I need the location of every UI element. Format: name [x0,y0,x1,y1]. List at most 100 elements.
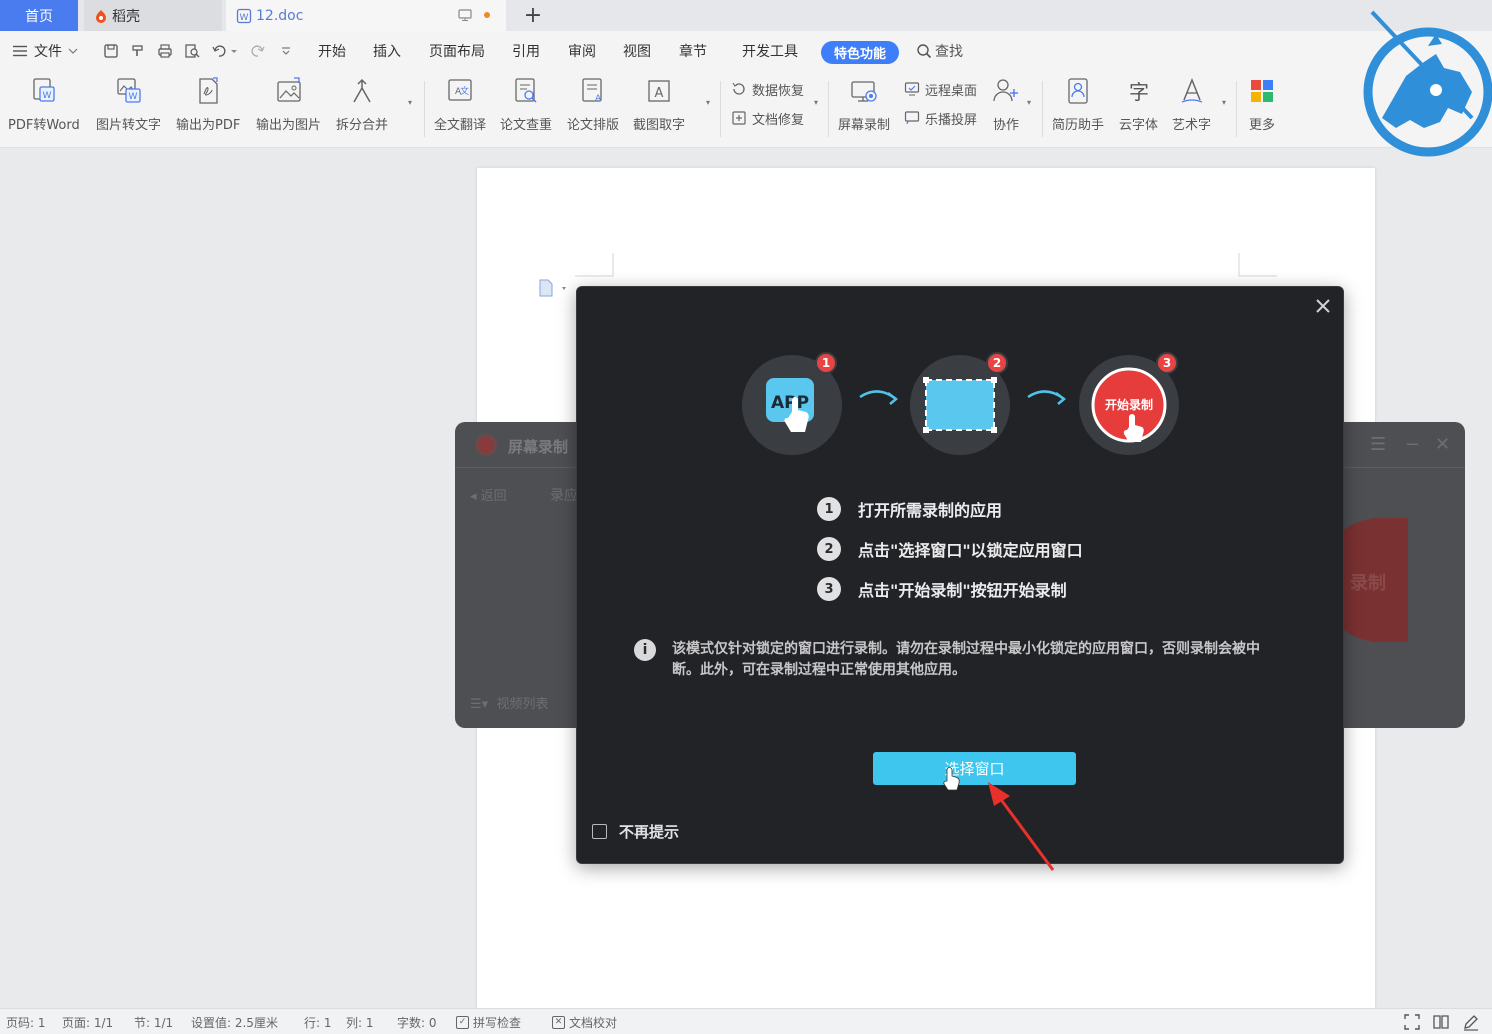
status-setting-value[interactable]: 设置值: 2.5厘米 [191,1009,278,1034]
apps-grid-icon [1246,75,1278,107]
tab-document[interactable]: W 12.doc [226,0,506,31]
menu-references[interactable]: 引用 [512,31,540,71]
recorder-minimize-icon[interactable]: − [1405,434,1420,455]
art-text-button[interactable]: 艺术字 [1172,75,1211,139]
status-row[interactable]: 行: 1 [304,1009,332,1034]
cloud-font-button[interactable]: 字 云字体 [1119,75,1158,139]
menu-search-label: 查找 [935,44,963,60]
pdf-to-word-button[interactable]: W PDF转Word [8,75,80,139]
status-page-code[interactable]: 页码: 1 [6,1009,46,1034]
paragraph-options-icon[interactable] [538,279,568,297]
checkbox-box[interactable] [592,823,607,839]
menu-chapter[interactable]: 章节 [679,31,707,71]
resume-helper-button[interactable]: 简历助手 [1052,75,1104,139]
export-image-button[interactable]: 输出为图片 [256,75,321,139]
monitor-icon[interactable] [458,8,472,26]
format-painter-icon[interactable] [129,42,147,60]
step-badge-1: 1 [815,352,837,374]
ribbon-separator [720,81,721,137]
recorder-mode-tab[interactable]: 录应 [550,485,578,505]
unsaved-dot [484,12,490,18]
add-tab-button[interactable]: + [522,2,544,28]
remote-desktop-label: 远程桌面 [925,83,978,99]
split-merge-dropdown-icon[interactable]: ▾ [408,98,412,107]
export-pdf-label: 输出为PDF [176,118,241,133]
recorder-video-list-button[interactable]: ☰▾ 视频列表 [470,693,548,712]
doc-repair-button[interactable]: 文档修复 [731,108,804,128]
instruction-text: 打开所需录制的应用 [858,501,1003,520]
split-merge-button[interactable]: 拆分合并 [336,75,388,139]
recorder-menu-icon[interactable]: ☰ [1370,434,1386,455]
step-arrow-icon [859,390,899,405]
split-merge-label: 拆分合并 [336,118,389,133]
recovery-dropdown-icon[interactable]: ▾ [814,98,818,107]
paper-layout-label: 论文排版 [567,118,620,133]
recording-notice-text: 该模式仅针对锁定的窗口进行录制。请勿在录制过程中最小化锁定的应用窗口，否则录制会… [672,641,1260,678]
paper-layout-button[interactable]: A 论文排版 [567,75,619,139]
svg-text:字: 字 [1129,80,1149,104]
collaborate-button[interactable]: 协作 [990,75,1022,139]
menu-developer[interactable]: 开发工具 [742,31,798,71]
screen-record-icon [848,75,880,107]
print-icon[interactable] [156,42,174,60]
recorder-back-button[interactable]: ◂ 返回 [470,485,507,504]
status-pages[interactable]: 页面: 1/1 [62,1009,113,1034]
save-icon[interactable] [102,42,120,60]
remote-desktop-button[interactable]: 远程桌面 [904,79,977,99]
menu-search[interactable]: 查找 [916,31,963,71]
redo-icon[interactable] [247,42,269,60]
doc-repair-label: 文档修复 [752,112,805,128]
menu-special-features[interactable]: 特色功能 [821,41,899,64]
menu-insert[interactable]: 插入 [373,31,401,71]
tab-bar: 首页 稻壳 W 12.doc + [0,0,1492,31]
undo-icon[interactable] [210,42,238,60]
edit-pen-icon[interactable] [1462,1013,1480,1031]
no-remind-checkbox[interactable]: 不再提示 [592,821,679,841]
reading-mode-icon[interactable] [1432,1013,1450,1031]
customize-quick-access-icon[interactable] [277,42,295,60]
ribbon-separator [424,81,425,137]
paper-check-button[interactable]: 论文查重 [500,75,552,139]
collaborate-dropdown-icon[interactable]: ▾ [1027,98,1031,107]
recorder-close-icon[interactable]: ✕ [1435,434,1450,455]
status-column[interactable]: 列: 1 [346,1009,374,1034]
menu-review[interactable]: 审阅 [568,31,596,71]
fullscreen-icon[interactable] [1403,1013,1421,1031]
instruction-number: 3 [817,577,841,601]
screen-record-button[interactable]: 屏幕录制 [838,75,890,139]
image-to-text-label: 图片转文字 [96,118,162,133]
screenshot-text-button[interactable]: A 截图取字 [633,75,685,139]
status-section[interactable]: 节: 1/1 [134,1009,173,1034]
ribbon-separator [1236,81,1237,137]
screenshot-text-dropdown-icon[interactable]: ▾ [706,98,710,107]
spell-check-toggle[interactable]: ✓ 拼写检查 [456,1009,521,1034]
status-word-count[interactable]: 字数: 0 [397,1009,437,1034]
annotation-arrow-icon [988,782,1055,871]
print-preview-icon[interactable] [183,42,201,60]
art-text-dropdown-icon[interactable]: ▾ [1222,98,1226,107]
data-recovery-label: 数据恢复 [752,83,805,99]
menu-page-layout[interactable]: 页面布局 [429,31,485,71]
instruction-step-2: 2 点击"选择窗口"以锁定应用窗口 [817,536,1083,562]
full-translate-button[interactable]: A文 全文翻译 [434,75,486,139]
image-to-text-button[interactable]: W 图片转文字 [96,75,161,139]
more-button[interactable]: 更多 [1246,75,1278,139]
screen-cast-button[interactable]: 乐播投屏 [904,108,977,128]
tab-daoke[interactable]: 稻壳 [84,0,222,31]
export-pdf-button[interactable]: 输出为PDF [176,75,240,139]
data-recovery-button[interactable]: 数据恢复 [731,79,804,99]
doc-proofread-button[interactable]: ✕ 文档校对 [552,1009,617,1034]
menu-view[interactable]: 视图 [623,31,651,71]
select-region-icon [923,377,997,433]
tab-home[interactable]: 首页 [0,0,78,31]
menu-file[interactable]: 文件 [12,31,78,71]
export-image-label: 输出为图片 [256,118,322,133]
collaborate-label: 协作 [992,118,1019,133]
more-label: 更多 [1248,118,1275,133]
step-badge-3: 3 [1156,352,1178,374]
status-bar: 页码: 1 页面: 1/1 节: 1/1 设置值: 2.5厘米 行: 1 列: … [0,1008,1492,1034]
cloud-font-icon: 字 [1123,75,1155,107]
close-icon[interactable] [1311,294,1335,318]
menu-start[interactable]: 开始 [318,31,346,71]
recorder-back-label: 返回 [480,489,507,504]
